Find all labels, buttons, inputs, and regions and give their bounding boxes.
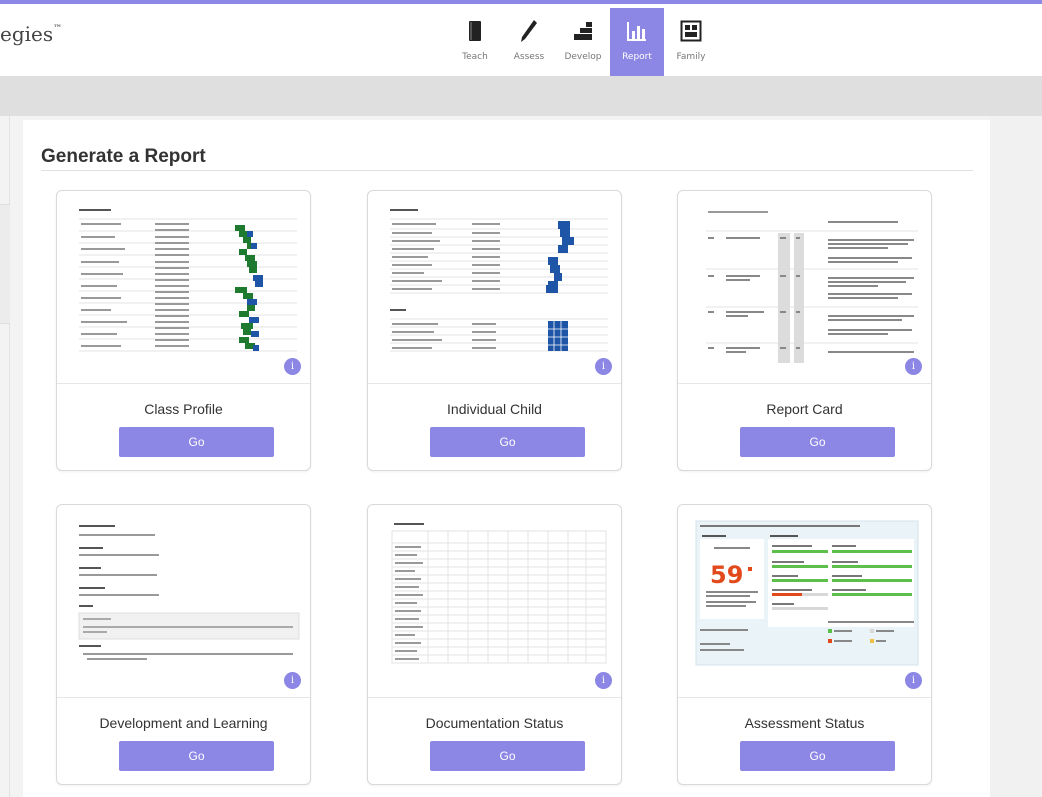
nav-assess[interactable]: Assess bbox=[502, 8, 556, 76]
class-profile-go-button[interactable]: Go bbox=[119, 427, 274, 457]
documentation-status-label: Documentation Status bbox=[425, 715, 564, 731]
brand-trademark: ™ bbox=[53, 24, 63, 34]
class-profile-thumbnail bbox=[57, 191, 310, 384]
individual-child-info-icon[interactable]: i bbox=[595, 358, 612, 375]
nav-assess-label: Assess bbox=[513, 52, 545, 62]
development-learning-info-icon[interactable]: i bbox=[284, 672, 301, 689]
class-profile-info-icon[interactable]: i bbox=[284, 358, 301, 375]
left-collapsed-panel bbox=[0, 116, 10, 797]
right-gutter bbox=[990, 116, 1042, 797]
book-icon bbox=[462, 18, 488, 44]
assessment-status-info-icon[interactable]: i bbox=[905, 672, 922, 689]
nav-family[interactable]: Family bbox=[664, 8, 718, 76]
app-header: egies™ Teach Assess Develop Report Famil… bbox=[0, 4, 1042, 76]
report-card-go-button[interactable]: Go bbox=[740, 427, 895, 457]
nav-teach-label: Teach bbox=[462, 52, 488, 62]
report-card-class-profile: i Class Profile Go bbox=[56, 190, 311, 471]
main-nav: Teach Assess Develop Report Family bbox=[448, 8, 718, 76]
report-card-label: Report Card bbox=[766, 401, 843, 417]
nav-report-label: Report bbox=[622, 52, 652, 62]
nav-family-label: Family bbox=[676, 52, 706, 62]
assessment-status-go-button[interactable]: Go bbox=[740, 741, 895, 771]
documentation-status-thumbnail bbox=[368, 505, 621, 698]
report-card-report-card: i Report Card Go bbox=[677, 190, 932, 471]
assessment-score-value: 59 bbox=[710, 561, 743, 589]
assessment-status-thumbnail: 59 bbox=[678, 505, 931, 698]
brand-text: egies bbox=[0, 22, 54, 46]
report-card-info-icon[interactable]: i bbox=[905, 358, 922, 375]
individual-child-label: Individual Child bbox=[447, 401, 542, 417]
report-card-development-learning: i Development and Learning Go bbox=[56, 504, 311, 785]
development-learning-thumbnail bbox=[57, 505, 310, 698]
documentation-status-info-icon[interactable]: i bbox=[595, 672, 612, 689]
bar-chart-icon bbox=[624, 18, 650, 44]
title-divider bbox=[41, 170, 973, 171]
report-card-assessment-status: 59 i Assessment Status Go bbox=[677, 504, 932, 785]
page-title: Generate a Report bbox=[41, 146, 206, 167]
left-panel-tab[interactable] bbox=[0, 204, 10, 324]
development-learning-label: Development and Learning bbox=[99, 715, 268, 731]
brand-logo[interactable]: egies™ bbox=[0, 22, 62, 46]
stairs-icon bbox=[570, 18, 596, 44]
nav-develop-label: Develop bbox=[564, 52, 602, 62]
class-profile-label: Class Profile bbox=[144, 401, 223, 417]
report-card-documentation-status: i Documentation Status Go bbox=[367, 504, 622, 785]
sub-toolbar bbox=[0, 76, 1042, 116]
report-card-thumbnail bbox=[678, 191, 931, 384]
nav-develop[interactable]: Develop bbox=[556, 8, 610, 76]
nav-teach[interactable]: Teach bbox=[448, 8, 502, 76]
documentation-status-go-button[interactable]: Go bbox=[430, 741, 585, 771]
report-card-individual-child: i Individual Child Go bbox=[367, 190, 622, 471]
nav-report[interactable]: Report bbox=[610, 8, 664, 76]
development-learning-go-button[interactable]: Go bbox=[119, 741, 274, 771]
individual-child-thumbnail bbox=[368, 191, 621, 384]
assessment-status-label: Assessment Status bbox=[744, 715, 865, 731]
individual-child-go-button[interactable]: Go bbox=[430, 427, 585, 457]
report-panel: Generate a Report i Class Profile Go i I… bbox=[23, 120, 990, 797]
family-icon bbox=[678, 18, 704, 44]
pencil-icon bbox=[516, 18, 542, 44]
